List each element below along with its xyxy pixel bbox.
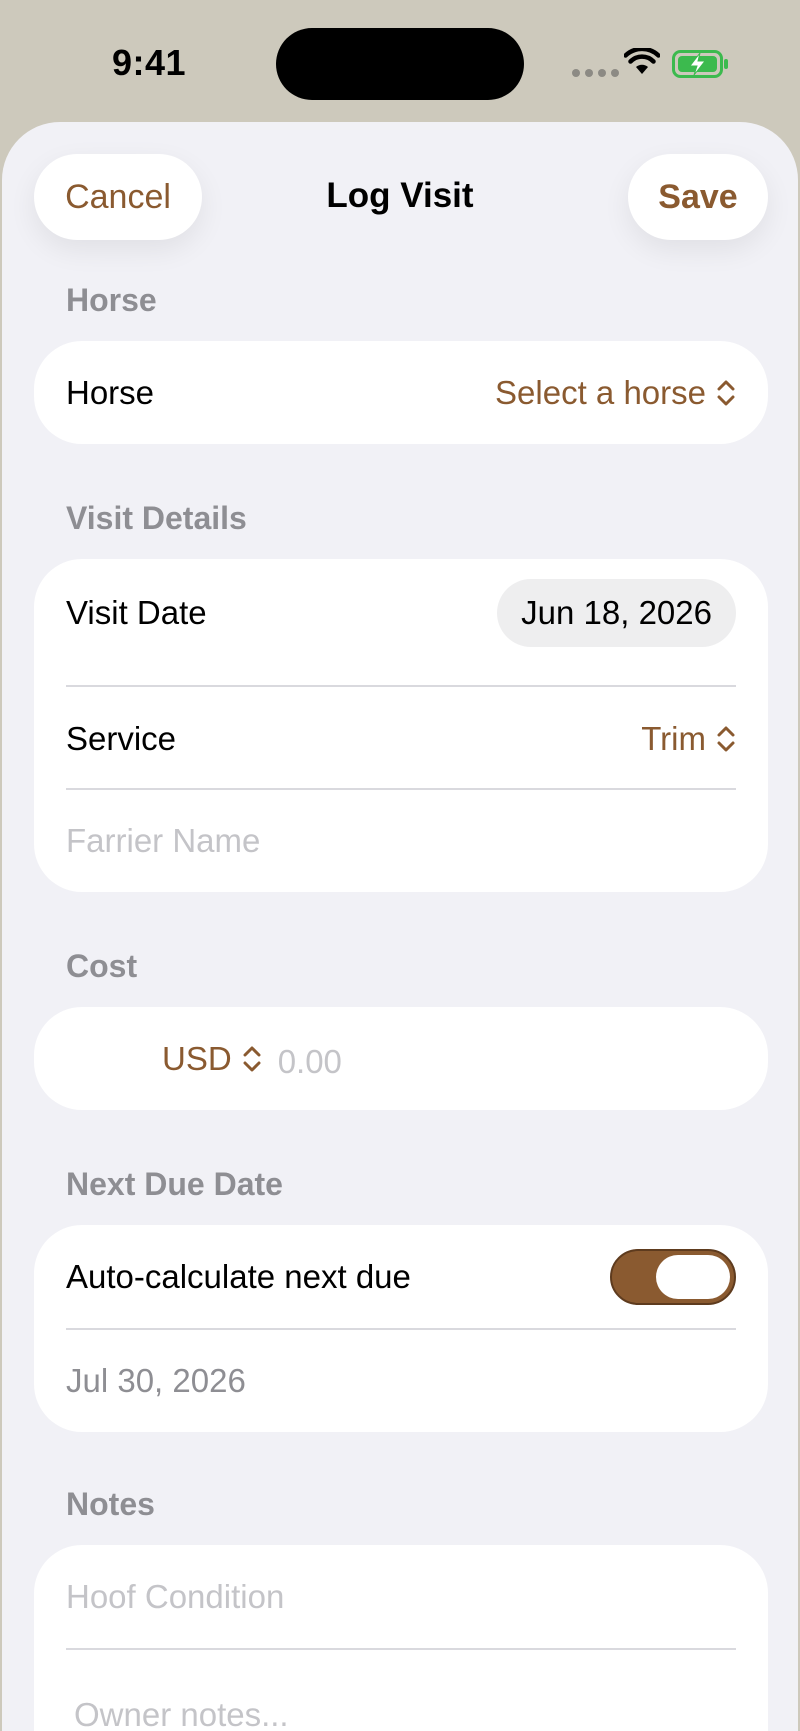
currency-picker-value: USD xyxy=(162,1039,232,1077)
visit-date-row: Visit Date Jun 18, 2026 xyxy=(66,561,736,664)
next-due-card: Auto-calculate next due Jul 30, 2026 xyxy=(34,1225,768,1432)
divider xyxy=(66,1648,736,1650)
visit-date-picker[interactable]: Jun 18, 2026 xyxy=(497,578,736,647)
cost-card: USD 0.00 xyxy=(34,1007,768,1110)
horse-label: Horse xyxy=(66,373,155,411)
battery-charging-icon xyxy=(672,50,728,78)
wifi-icon xyxy=(624,48,660,74)
dynamic-island xyxy=(276,28,524,100)
service-picker-value: Trim xyxy=(641,719,706,757)
service-picker[interactable]: Trim xyxy=(641,720,736,758)
cost-row: USD 0.00 xyxy=(66,1007,736,1110)
save-button[interactable]: Save xyxy=(628,154,768,240)
notes-card: Hoof Condition Owner notes... xyxy=(34,1545,768,1731)
cost-amount-input[interactable]: 0.00 xyxy=(278,1043,342,1081)
service-label: Service xyxy=(66,719,177,757)
horse-card: Horse Select a horse xyxy=(34,341,768,444)
cellular-signal-icon xyxy=(572,69,619,77)
hoof-condition-placeholder: Hoof Condition xyxy=(66,1577,285,1615)
auto-calculate-row: Auto-calculate next due xyxy=(66,1225,736,1328)
visit-details-card: Visit Date Jun 18, 2026 Service Trim Far… xyxy=(34,559,768,892)
auto-calculate-label: Auto-calculate next due xyxy=(66,1257,411,1295)
chevron-up-down-icon xyxy=(717,726,735,751)
farrier-name-placeholder: Farrier Name xyxy=(66,821,261,859)
auto-calculate-toggle[interactable] xyxy=(610,1248,736,1305)
section-header-visit-details: Visit Details xyxy=(66,500,247,536)
owner-notes-field[interactable]: Owner notes... xyxy=(74,1663,736,1731)
section-header-notes: Notes xyxy=(66,1486,155,1522)
status-time: 9:41 xyxy=(112,42,187,83)
next-due-date-value: Jul 30, 2026 xyxy=(66,1361,246,1399)
horse-picker[interactable]: Select a horse xyxy=(495,374,736,412)
visit-date-label: Visit Date xyxy=(66,593,207,631)
owner-notes-placeholder: Owner notes... xyxy=(74,1695,289,1731)
farrier-name-field[interactable]: Farrier Name xyxy=(66,789,736,892)
status-bar: 9:41 xyxy=(0,0,800,120)
section-header-next-due-date: Next Due Date xyxy=(66,1166,283,1202)
hoof-condition-field[interactable]: Hoof Condition xyxy=(66,1545,736,1648)
toggle-knob xyxy=(656,1254,730,1299)
horse-picker-row[interactable]: Horse Select a horse xyxy=(66,341,736,444)
section-header-cost: Cost xyxy=(66,948,138,984)
log-visit-sheet: Cancel Log Visit Save Horse Horse Select… xyxy=(2,122,798,1731)
horse-picker-value: Select a horse xyxy=(495,373,706,411)
currency-picker[interactable]: USD xyxy=(162,1040,262,1078)
section-header-horse: Horse xyxy=(66,282,157,318)
next-due-date-row: Jul 30, 2026 xyxy=(66,1329,736,1432)
chevron-up-down-icon xyxy=(717,380,735,405)
chevron-up-down-icon xyxy=(243,1046,261,1071)
service-picker-row[interactable]: Service Trim xyxy=(66,687,736,790)
